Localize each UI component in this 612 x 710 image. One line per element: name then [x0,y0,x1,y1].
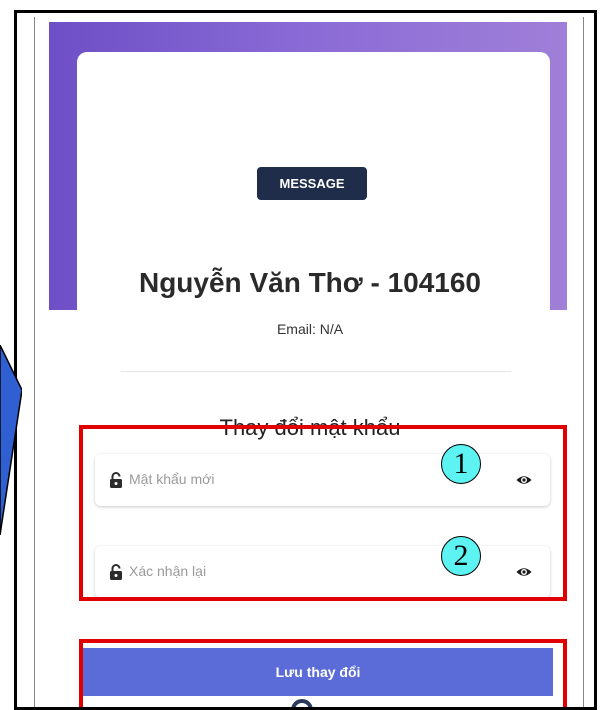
highlight-save-button [79,639,567,707]
highlight-password-fields [79,425,567,601]
divider [121,371,511,372]
pointer-arrow-icon [0,345,22,535]
user-email: Email: N/A [276,321,344,337]
message-badge[interactable]: MESSAGE [257,167,367,200]
profile-card [77,52,550,707]
user-name: Nguyễn Văn Thơ - 104160 [138,267,481,298]
mobile-screen: MESSAGE Nguyễn Văn Thơ - 104160 Email: N… [34,17,584,707]
